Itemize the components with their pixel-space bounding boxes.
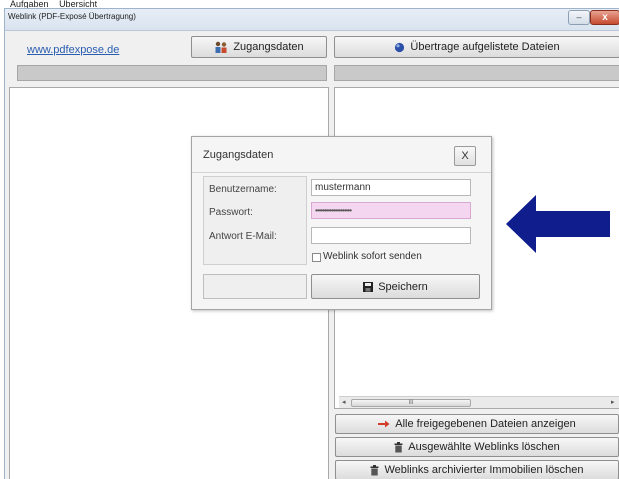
people-icon xyxy=(215,41,227,53)
dialog-separator xyxy=(192,172,491,173)
dialog-close-button[interactable]: X xyxy=(454,146,476,166)
right-progress-bar xyxy=(334,65,619,81)
background-tab-tasks[interactable]: Aufgaben xyxy=(10,0,49,8)
send-now-label: Weblink sofort senden xyxy=(323,251,422,262)
trash-icon xyxy=(394,441,403,452)
blue-globe-icon xyxy=(395,42,405,52)
transfer-files-button-label: Übertrage aufgelistete Dateien xyxy=(410,41,560,53)
window-title: Weblink (PDF-Exposé Übertragung) xyxy=(8,12,136,21)
minimize-button[interactable]: – xyxy=(568,10,590,25)
transfer-files-button[interactable]: Übertrage aufgelistete Dateien xyxy=(334,36,619,58)
show-shared-files-button[interactable]: Alle freigegebenen Dateien anzeigen xyxy=(335,414,619,434)
close-window-button[interactable]: x xyxy=(590,10,619,25)
scroll-right-icon[interactable]: ▸ xyxy=(611,398,615,406)
scrollbar-thumb[interactable]: III xyxy=(351,399,471,407)
delete-archived-weblinks-label: Weblinks archivierter Immobilien löschen xyxy=(384,464,584,476)
access-data-dialog: Zugangsdaten X Benutzername: Passwort: A… xyxy=(191,136,492,310)
delete-selected-weblinks-label: Ausgewählte Weblinks löschen xyxy=(408,441,560,453)
access-data-button-label: Zugangsdaten xyxy=(233,41,304,53)
background-tab-overview[interactable]: Übersicht xyxy=(59,0,97,8)
password-field[interactable]: •••••••••••••••••••• xyxy=(311,202,471,219)
access-data-button[interactable]: Zugangsdaten xyxy=(191,36,327,58)
password-label: Passwort: xyxy=(209,207,253,218)
reply-email-label: Antwort E-Mail: xyxy=(209,231,277,242)
reply-email-field[interactable] xyxy=(311,227,471,244)
username-label: Benutzername: xyxy=(209,184,277,195)
dialog-title: Zugangsdaten xyxy=(203,149,274,161)
floppy-disk-icon xyxy=(363,281,374,292)
show-shared-files-label: Alle freigegebenen Dateien anzeigen xyxy=(395,418,576,430)
save-button-label: Speichern xyxy=(378,280,428,293)
trash-icon xyxy=(370,464,379,475)
horizontal-scrollbar[interactable]: ◂ III ▸ xyxy=(339,396,619,408)
save-button[interactable]: Speichern xyxy=(311,274,480,299)
dialog-footer-panel xyxy=(203,274,307,299)
send-now-checkbox[interactable] xyxy=(312,253,321,262)
pdfexpose-link[interactable]: www.pdfexpose.de xyxy=(27,44,119,56)
username-field[interactable]: mustermann xyxy=(311,179,471,196)
scroll-left-icon[interactable]: ◂ xyxy=(342,398,346,406)
red-arrow-icon xyxy=(378,420,390,428)
background-app-tabs: Aufgaben Übersicht xyxy=(0,0,619,8)
title-bar: Weblink (PDF-Exposé Übertragung) – x xyxy=(5,9,619,31)
left-arrow-icon xyxy=(506,195,610,253)
delete-selected-weblinks-button[interactable]: Ausgewählte Weblinks löschen xyxy=(335,437,619,457)
delete-archived-weblinks-button[interactable]: Weblinks archivierter Immobilien löschen xyxy=(335,460,619,479)
left-progress-bar xyxy=(17,65,327,81)
